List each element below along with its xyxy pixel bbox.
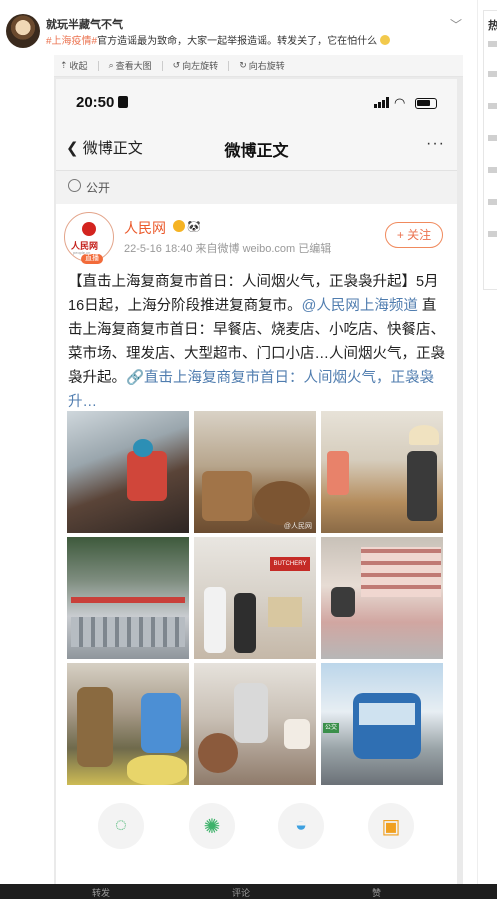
divider bbox=[161, 60, 163, 71]
live-badge: 直播 bbox=[81, 254, 103, 264]
view-large-button[interactable]: ⌕ 查看大图 bbox=[109, 59, 152, 72]
author-name[interactable]: 人民网 bbox=[124, 218, 166, 238]
weibo-post: 人民网 people.cn 直播 人民网 🐼 22-5-16 18:40 来自微… bbox=[56, 204, 457, 894]
collapse-icon: ⇡ bbox=[60, 60, 68, 70]
rotate-left-button[interactable]: ↺ 向左旋转 bbox=[173, 59, 219, 72]
search-icon: ⌕ bbox=[108, 60, 114, 70]
more-icon[interactable]: ··· bbox=[426, 135, 445, 153]
right-sidebar: 热 bbox=[483, 10, 497, 290]
divider bbox=[97, 60, 99, 71]
repost-button[interactable]: 转发 bbox=[92, 886, 110, 899]
photo-supermarket-meat[interactable] bbox=[321, 537, 443, 659]
chevron-down-icon[interactable]: ﹀ bbox=[450, 16, 462, 33]
post-meta: 22-5-16 18:40 来自微博 weibo.com 已编辑 bbox=[124, 243, 332, 255]
globe-icon bbox=[68, 179, 81, 192]
phone-screenshot[interactable]: 20:50 ◠ ❮ 微博正文 微博正文 ··· 公开 人民网 people.cn… bbox=[56, 79, 457, 899]
qq-icon: ◒ bbox=[294, 814, 308, 836]
viewer-toolbar: ⇡ 收起 ⌕ 查看大图 ↺ 向左旋转 ↻ 向右旋转 bbox=[54, 55, 463, 77]
status-time: 20:50 bbox=[76, 94, 129, 111]
sidebar-heading: 热 bbox=[488, 20, 497, 32]
back-button[interactable]: ❮ 微博正文 bbox=[66, 137, 143, 158]
photo-grid: @人民网 BUTCHERY 公交 bbox=[67, 411, 443, 786]
sidebar-line bbox=[488, 167, 497, 173]
photo-butchery[interactable]: BUTCHERY bbox=[194, 537, 316, 659]
moments-icon: ✺ bbox=[203, 816, 221, 838]
divider bbox=[228, 60, 230, 71]
avatar[interactable] bbox=[6, 14, 40, 48]
wifi-icon: ◠ bbox=[394, 95, 406, 110]
status-bar: 20:50 ◠ bbox=[56, 79, 457, 125]
logo-dot bbox=[82, 222, 96, 236]
post-text: #上海疫情#官方造谣最为致命，大家一起举报造谣。转发关了，它在怕什么 bbox=[46, 32, 390, 47]
post-content: 【直击上海复商复市首日：人间烟火气，正袅袅升起】5月16日起，上海分阶段推进复商… bbox=[68, 274, 445, 410]
photo-vegetable-stall[interactable] bbox=[67, 663, 189, 785]
rotate-right-button[interactable]: ↻ 向右旋转 bbox=[239, 59, 285, 72]
rotate-right-icon: ↻ bbox=[239, 60, 247, 70]
photo-food-kiosk[interactable] bbox=[321, 411, 443, 533]
share-actions: ◌ ✺ ◒ ▣ bbox=[56, 795, 457, 855]
share-qq-button[interactable]: ◒ bbox=[278, 803, 324, 849]
chevron-left-icon: ❮ bbox=[66, 140, 79, 157]
battery-icon bbox=[415, 98, 437, 109]
username[interactable]: 就玩半藏气不气 bbox=[46, 16, 123, 32]
follow-button[interactable]: + 关注 bbox=[385, 222, 443, 248]
wechat-icon: ◌ bbox=[115, 814, 127, 836]
like-button[interactable]: 赞 bbox=[372, 886, 381, 899]
photo-barber[interactable] bbox=[194, 663, 316, 785]
sidebar-line bbox=[488, 199, 497, 205]
photo-breakfast-stall[interactable] bbox=[67, 411, 189, 533]
mention-link[interactable]: @人民网上海频道 bbox=[302, 298, 418, 314]
save-image-icon: ▣ bbox=[381, 816, 401, 838]
signal-icon bbox=[374, 97, 390, 108]
post-body: 官方造谣最为致命，大家一起举报造谣。转发关了，它在怕什么 bbox=[97, 36, 378, 47]
contact-icon bbox=[118, 96, 129, 108]
panda-icon: 🐼 bbox=[187, 221, 201, 233]
vip-icon bbox=[173, 220, 185, 232]
emoji-icon bbox=[379, 35, 390, 45]
photo-fish-market[interactable] bbox=[67, 537, 189, 659]
sidebar-line bbox=[488, 135, 497, 141]
visibility-label: 公开 bbox=[86, 181, 111, 195]
visibility-bar: 公开 bbox=[56, 171, 457, 201]
post-header: 就玩半藏气不气 #上海疫情#官方造谣最为致命，大家一起举报造谣。转发关了，它在怕… bbox=[6, 14, 476, 50]
rotate-left-icon: ↺ bbox=[172, 60, 181, 70]
share-wechat-button[interactable]: ◌ bbox=[98, 803, 144, 849]
comment-button[interactable]: 评论 bbox=[232, 886, 250, 899]
collapse-button[interactable]: ⇡ 收起 bbox=[60, 59, 88, 72]
sidebar-line bbox=[488, 71, 497, 77]
sidebar-line bbox=[488, 41, 497, 47]
hashtag[interactable]: #上海疫情# bbox=[46, 36, 97, 47]
share-moments-button[interactable]: ✺ bbox=[189, 803, 235, 849]
sidebar-line bbox=[488, 231, 497, 237]
image-viewer: ⇡ 收起 ⌕ 查看大图 ↺ 向左旋转 ↻ 向右旋转 20:50 ◠ ❮ 微博正文 微博正… bbox=[54, 55, 463, 899]
weibo-feed-card: 就玩半藏气不气 #上海疫情#官方造谣最为致命，大家一起举报造谣。转发关了，它在怕… bbox=[0, 0, 478, 899]
photo-steamer[interactable]: @人民网 bbox=[194, 411, 316, 533]
photo-bus[interactable]: 公交 bbox=[321, 663, 443, 785]
bottom-action-bar: 转发 评论 赞 bbox=[0, 884, 497, 899]
nav-bar: ❮ 微博正文 微博正文 ··· bbox=[56, 125, 457, 171]
sidebar-line bbox=[488, 103, 497, 109]
save-image-button[interactable]: ▣ bbox=[368, 803, 414, 849]
